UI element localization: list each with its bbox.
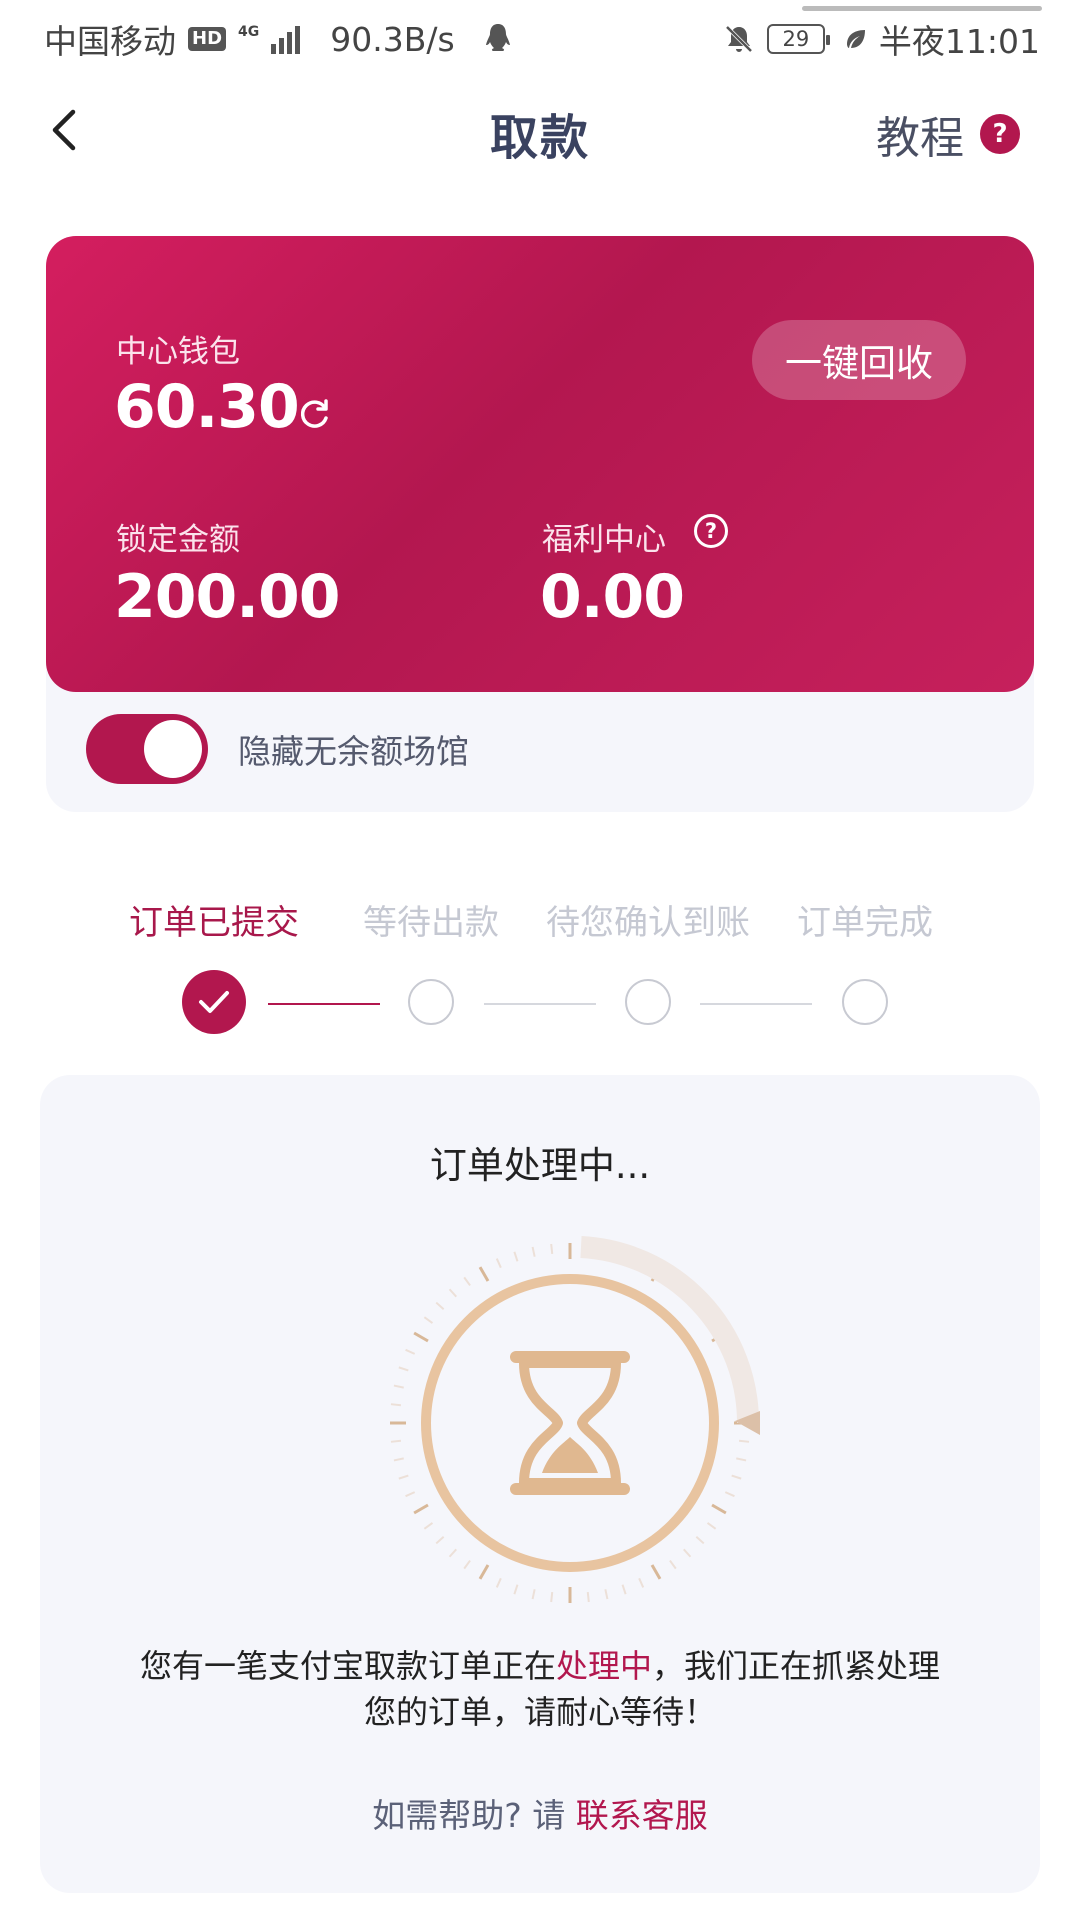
processing-title: 订单处理中... bbox=[429, 1144, 651, 1187]
step-connector-2 bbox=[484, 1003, 596, 1005]
hide-empty-venues-row: 隐藏无余额场馆 bbox=[86, 714, 469, 784]
qq-icon bbox=[485, 24, 510, 51]
step-label-completed: 订单完成 bbox=[797, 903, 933, 943]
mute-bell-icon bbox=[725, 25, 753, 53]
processing-panel: 订单处理中... 您有一笔支付宝取款订单正在处理中，我们正在抓紧处理 您的订单，… bbox=[40, 1075, 1040, 1893]
locked-amount-value: 200.00 bbox=[114, 562, 341, 632]
step-dot-completed bbox=[842, 979, 888, 1025]
step-label-submitted: 订单已提交 bbox=[129, 903, 299, 943]
check-icon bbox=[199, 991, 229, 1013]
message-text-3: 您的订单，请耐心等待！ bbox=[363, 1693, 716, 1731]
carrier-name: 中国移动 bbox=[44, 22, 176, 61]
step-label-waiting-payout: 等待出款 bbox=[363, 903, 499, 943]
hourglass-timer-icon bbox=[390, 1236, 760, 1603]
battery-icon: 29 bbox=[766, 24, 830, 54]
step-connector-3 bbox=[700, 1003, 812, 1005]
order-progress-steps: 订单已提交 等待出款 待您确认到账 订单完成 bbox=[0, 895, 1080, 1045]
recycle-all-button[interactable]: 一键回收 bbox=[752, 320, 966, 400]
step-dot-submitted bbox=[182, 970, 246, 1034]
message-text-1: 您有一笔支付宝取款订单正在 bbox=[139, 1647, 556, 1685]
center-wallet-label: 中心钱包 bbox=[116, 334, 240, 370]
status-bar: 中国移动 HD 4G 90.3B/s 29 半夜11:01 bbox=[0, 0, 1080, 78]
window-indicator bbox=[802, 6, 1042, 11]
processing-message: 您有一笔支付宝取款订单正在处理中，我们正在抓紧处理 您的订单，请耐心等待！ bbox=[40, 1643, 1040, 1735]
wallet-card: 中心钱包 60.30 一键回收 锁定金额 200.00 福利中心 ? 0.00 bbox=[46, 236, 1034, 692]
leaf-icon bbox=[846, 30, 865, 48]
message-text-2: ，我们正在抓紧处理 bbox=[652, 1647, 941, 1685]
message-highlight: 处理中 bbox=[555, 1647, 652, 1685]
refresh-icon[interactable] bbox=[296, 396, 332, 432]
tutorial-label: 教程 bbox=[876, 113, 964, 164]
contact-support-link[interactable]: 联系客服 bbox=[576, 1796, 708, 1835]
step-label-confirm-receipt: 待您确认到账 bbox=[546, 903, 750, 943]
wallet-section: 中心钱包 60.30 一键回收 锁定金额 200.00 福利中心 ? 0.00 … bbox=[46, 236, 1034, 812]
welfare-center-label: 福利中心 bbox=[542, 522, 666, 558]
hide-empty-label: 隐藏无余额场馆 bbox=[238, 732, 469, 771]
welfare-center-value: 0.00 bbox=[540, 562, 685, 632]
network-speed: 90.3B/s bbox=[330, 19, 455, 59]
locked-amount-label: 锁定金额 bbox=[116, 522, 240, 558]
question-icon: ? bbox=[980, 114, 1020, 154]
center-wallet-value: 60.30 bbox=[114, 372, 300, 442]
header: 取款 教程 ? bbox=[0, 78, 1080, 188]
clock: 半夜11:01 bbox=[878, 22, 1040, 61]
help-prefix: 如需帮助? 请 bbox=[372, 1796, 576, 1835]
step-connector-1 bbox=[268, 1003, 380, 1005]
help-line: 如需帮助? 请 联系客服 bbox=[40, 1789, 1040, 1837]
step-dot-confirm-receipt bbox=[625, 979, 671, 1025]
signal-icon bbox=[271, 24, 301, 54]
question-circle-icon[interactable]: ? bbox=[694, 514, 728, 548]
tutorial-button[interactable]: 教程 ? bbox=[876, 102, 1020, 166]
step-dot-waiting-payout bbox=[408, 979, 454, 1025]
network-type: 4G bbox=[238, 24, 260, 40]
toggle-knob bbox=[144, 720, 202, 778]
hide-empty-toggle[interactable] bbox=[86, 714, 208, 784]
hd-icon: HD bbox=[188, 27, 227, 51]
